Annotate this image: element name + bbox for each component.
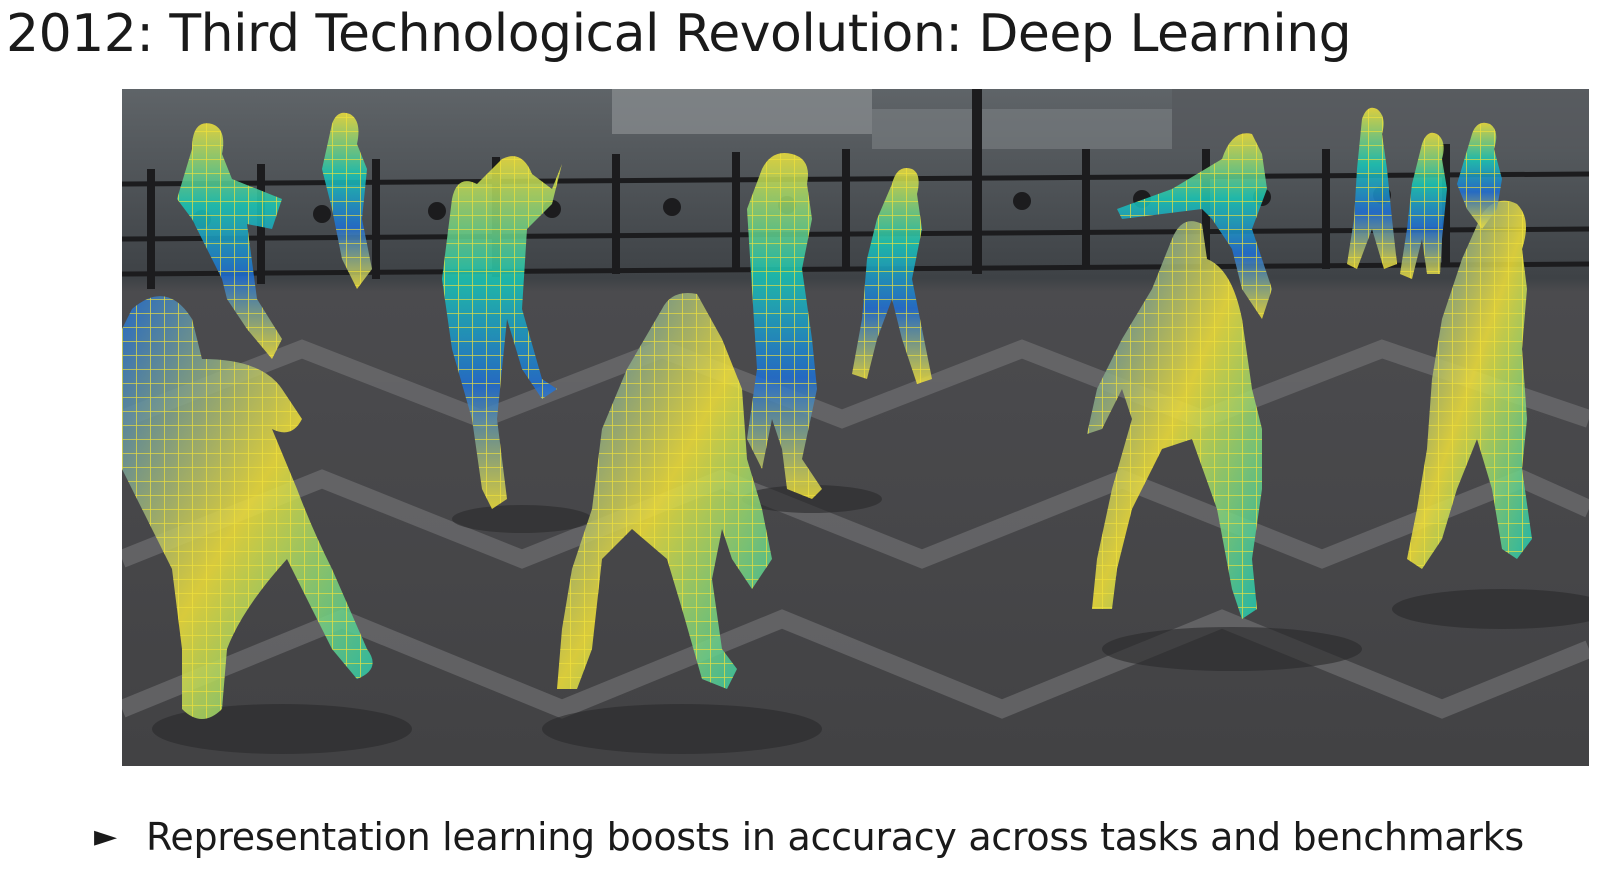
slide-title: 2012: Third Technological Revolution: De…	[6, 4, 1352, 64]
bullet-text: Representation learning boosts in accura…	[146, 815, 1524, 859]
slide: 2012: Third Technological Revolution: De…	[0, 0, 1621, 869]
bullet-arrow-icon: ►	[94, 819, 118, 854]
dense-pose-image	[122, 89, 1589, 766]
bullet-item: ► Representation learning boosts in accu…	[94, 812, 1524, 862]
